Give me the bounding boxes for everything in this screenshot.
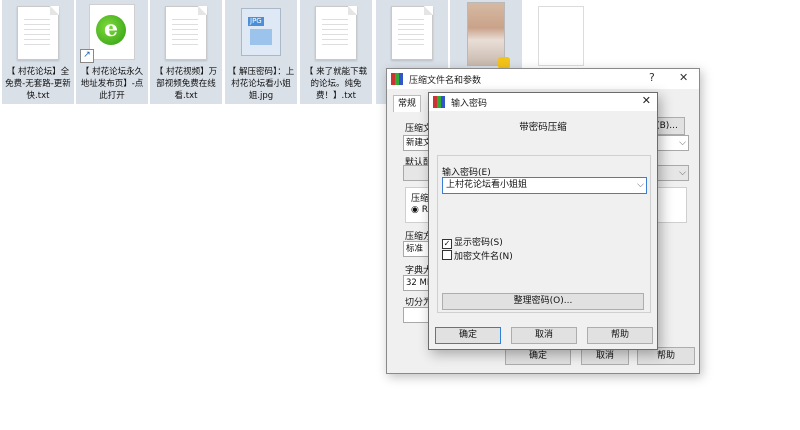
encrypt-filenames-label: 加密文件名(N) xyxy=(454,252,513,262)
tab-general[interactable]: 常规 xyxy=(393,95,421,112)
file-4[interactable]: JPG 【 解压密码】：上村花论坛看小姐姐.jpg xyxy=(225,0,297,104)
help-button[interactable]: 帮助 xyxy=(587,327,653,344)
file-5[interactable]: 【 来了就能下载的论坛。纯免费！】.txt xyxy=(300,0,372,104)
close-icon[interactable]: ✕ xyxy=(679,71,688,84)
dialog-title: 压缩文件名和参数 xyxy=(409,76,482,86)
show-password-checkbox[interactable]: ✓ 显示密码(S) xyxy=(442,235,503,249)
file-caption: 【 村花论坛】全免费-无套路-更新快.txt xyxy=(5,67,71,101)
checkbox-unchecked-icon xyxy=(442,250,452,260)
organize-passwords-button[interactable]: 整理密码(O)... xyxy=(442,293,644,310)
password-heading: 带密码压缩 xyxy=(519,122,567,133)
format-label: 压缩 xyxy=(411,194,430,204)
blank-file-icon xyxy=(538,6,584,66)
file-caption: 【 解压密码】：上村花论坛看小姐姐.jpg xyxy=(227,67,295,101)
file-2[interactable]: e ↗ 【 村花论坛永久地址发布页】-点此打开 xyxy=(76,0,148,104)
password-dialog-title: 输入密码 xyxy=(451,99,488,109)
winrar-icon xyxy=(391,73,403,85)
password-input[interactable]: 上村花论坛看小姐姐 ⌵ xyxy=(442,177,647,194)
file-3[interactable]: 【 村花视频】万部视频免费在线看.txt xyxy=(150,0,222,104)
password-value: 上村花论坛看小姐姐 xyxy=(446,180,528,190)
checkbox-checked-icon: ✓ xyxy=(442,239,452,249)
ok-button[interactable]: 确定 xyxy=(435,327,501,344)
show-password-label: 显示密码(S) xyxy=(454,238,503,248)
file-caption: 【 来了就能下载的论坛。纯免费！】.txt xyxy=(304,67,368,101)
jpg-file-icon: JPG xyxy=(241,8,281,56)
cancel-button[interactable]: 取消 xyxy=(511,327,577,344)
file-1[interactable]: 【 村花论坛】全免费-无套路-更新快.txt xyxy=(2,0,74,104)
file-caption: 【 村花视频】万部视频免费在线看.txt xyxy=(154,67,218,101)
text-file-icon xyxy=(165,6,207,60)
winrar-icon xyxy=(433,96,445,108)
text-file-icon xyxy=(315,6,357,60)
text-file-icon xyxy=(391,6,433,60)
encrypt-filenames-checkbox[interactable]: 加密文件名(N) xyxy=(442,249,513,262)
chevron-down-icon: ⌵ xyxy=(679,138,686,148)
file-caption: 【 村花论坛永久地址发布页】-点此打开 xyxy=(80,67,144,101)
chevron-down-icon: ⌵ xyxy=(679,168,686,178)
close-icon[interactable]: ✕ xyxy=(642,94,651,107)
password-dialog: 输入密码 ✕ 带密码压缩 输入密码(E) 上村花论坛看小姐姐 ⌵ ✓ 显示密码(S… xyxy=(428,92,658,350)
dialog-titlebar: 压缩文件名和参数 ? ✕ xyxy=(387,69,699,89)
photo-thumbnail-icon xyxy=(467,2,510,69)
password-dialog-titlebar: 输入密码 ✕ xyxy=(429,93,657,111)
chevron-down-icon[interactable]: ⌵ xyxy=(637,178,644,193)
text-file-icon xyxy=(17,6,59,60)
help-icon[interactable]: ? xyxy=(649,71,655,84)
ie-shortcut-icon: e ↗ xyxy=(80,4,135,63)
